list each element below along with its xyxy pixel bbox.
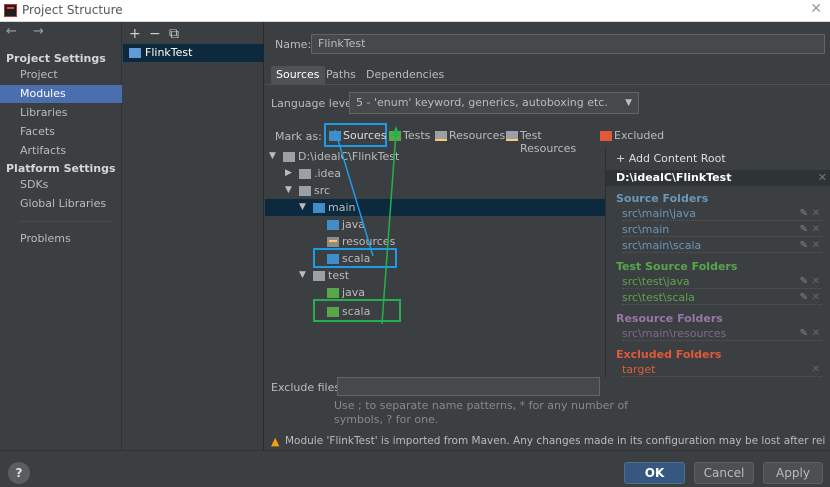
test-folder-path: src\test\scala xyxy=(622,291,695,304)
tab-dependencies[interactable]: Dependencies xyxy=(361,66,449,84)
intellij-app-icon xyxy=(4,4,17,17)
copy-module-icon[interactable]: ⧉ xyxy=(169,26,179,42)
close-icon[interactable]: ✕ xyxy=(810,1,822,17)
remove-icon[interactable]: ✕ xyxy=(812,206,820,221)
edit-icon[interactable]: ✎ xyxy=(800,290,808,305)
window-title: Project Structure xyxy=(22,3,123,17)
language-level-value: 5 - 'enum' keyword, generics, autoboxing… xyxy=(356,96,608,109)
sidebar-item-project[interactable]: Project xyxy=(0,66,122,84)
project-settings-heading: Project Settings xyxy=(6,52,106,65)
name-label: Name: xyxy=(275,38,312,51)
remove-root-icon[interactable]: ✕ xyxy=(818,170,827,186)
excluded-folder-row: target ✕ xyxy=(622,362,822,377)
test-folder-path: src\test\java xyxy=(622,275,690,288)
exclude-hint-line2: symbols, ? for one. xyxy=(334,413,439,426)
source-folder-row: src\main ✎ ✕ xyxy=(622,222,822,237)
edit-icon[interactable]: ✎ xyxy=(800,326,808,341)
source-folder-path: src\main\java xyxy=(622,207,697,220)
exclude-hint-line1: Use ; to separate name patterns, * for a… xyxy=(334,399,629,412)
excluded-folders-heading: Excluded Folders xyxy=(616,348,722,361)
edit-icon[interactable]: ✎ xyxy=(800,222,808,237)
resource-folders-heading: Resource Folders xyxy=(616,312,723,325)
remove-icon[interactable]: ✕ xyxy=(812,362,820,377)
green-arrow-line xyxy=(381,131,397,325)
warning-icon: ▲ xyxy=(271,435,280,448)
source-folders-heading: Source Folders xyxy=(616,192,709,205)
sidebar-item-artifacts[interactable]: Artifacts xyxy=(0,142,122,160)
content-roots-panel: + Add Content Root D:\idealC\FlinkTest ✕… xyxy=(605,146,830,378)
resource-folder-path: src\main\resources xyxy=(622,327,727,340)
source-folder-row: src\main\java ✎ ✕ xyxy=(622,206,822,221)
remove-icon[interactable]: ✕ xyxy=(812,290,820,305)
edit-icon[interactable]: ✎ xyxy=(800,238,808,253)
cancel-button[interactable]: Cancel xyxy=(694,462,754,484)
module-settings-panel: Name: FlinkTest Sources Paths Dependenci… xyxy=(265,22,830,450)
tab-underline xyxy=(265,84,830,85)
mark-as-excluded-label: Excluded xyxy=(614,129,665,142)
maven-warning-text: Module 'FlinkTest' is imported from Mave… xyxy=(285,435,825,447)
apply-button[interactable]: Apply xyxy=(763,462,823,484)
sidebar-item-problems[interactable]: Problems xyxy=(0,230,122,248)
content-root-header: D:\idealC\FlinkTest ✕ xyxy=(606,170,830,186)
sidebar-item-modules[interactable]: Modules xyxy=(0,85,122,103)
tab-sources[interactable]: Sources xyxy=(271,66,325,84)
language-level-label: Language level: xyxy=(271,97,359,110)
module-list-panel: + − ⧉ FlinkTest xyxy=(123,22,264,450)
remove-icon[interactable]: ✕ xyxy=(812,274,820,289)
resource-folder-row: src\main\resources ✎ ✕ xyxy=(622,326,822,341)
test-folder-row: src\test\scala ✎ ✕ xyxy=(622,290,822,305)
help-button[interactable]: ? xyxy=(8,462,30,484)
excluded-folder-path: target xyxy=(622,363,656,376)
ok-button[interactable]: OK xyxy=(624,462,685,484)
source-folder-path: src\main\scala xyxy=(622,239,702,252)
sidebar-item-global-libraries[interactable]: Global Libraries xyxy=(0,195,122,213)
annotation-arrows xyxy=(334,126,400,325)
edit-icon[interactable]: ✎ xyxy=(800,274,808,289)
test-source-folders-heading: Test Source Folders xyxy=(616,260,738,273)
add-content-root-button[interactable]: + Add Content Root xyxy=(616,152,726,165)
dialog-button-bar: ? OK Cancel Apply xyxy=(0,450,830,487)
nav-back-forward-icon[interactable]: ← → xyxy=(6,24,50,39)
exclude-files-input[interactable] xyxy=(337,377,600,396)
add-module-icon[interactable]: + xyxy=(129,26,141,42)
title-bar: Project Structure ✕ xyxy=(0,0,830,22)
remove-icon[interactable]: ✕ xyxy=(812,222,820,237)
test-folder-row: src\test\java ✎ ✕ xyxy=(622,274,822,289)
module-item-label: FlinkTest xyxy=(145,46,193,59)
chevron-down-icon: ▼ xyxy=(625,98,632,108)
blue-arrow-line xyxy=(334,129,374,257)
content-root-tree: ▼ D:\idealC\FlinkTest ▶ .idea ▼ src ▼ ma… xyxy=(265,126,605,378)
remove-module-icon[interactable]: − xyxy=(149,26,161,42)
source-folder-row: src\main\scala ✎ ✕ xyxy=(622,238,822,253)
settings-sidebar: ← → Project Settings Project Modules Lib… xyxy=(0,22,122,450)
tab-paths[interactable]: Paths xyxy=(321,66,361,84)
edit-icon[interactable]: ✎ xyxy=(800,206,808,221)
green-arrow-head xyxy=(392,126,400,136)
exclude-files-label: Exclude files: xyxy=(271,381,344,394)
sidebar-item-facets[interactable]: Facets xyxy=(0,123,122,141)
remove-icon[interactable]: ✕ xyxy=(812,326,820,341)
sidebar-item-sdks[interactable]: SDKs xyxy=(0,176,122,194)
platform-settings-heading: Platform Settings xyxy=(6,162,116,175)
sidebar-divider xyxy=(20,221,112,222)
language-level-select[interactable]: 5 - 'enum' keyword, generics, autoboxing… xyxy=(349,92,639,114)
module-item-flinktest[interactable]: FlinkTest xyxy=(123,44,264,62)
sidebar-item-libraries[interactable]: Libraries xyxy=(0,104,122,122)
content-root-path: D:\idealC\FlinkTest xyxy=(616,171,732,184)
source-folder-path: src\main xyxy=(622,223,670,236)
module-folder-icon xyxy=(129,48,141,58)
module-name-field[interactable]: FlinkTest xyxy=(311,34,825,54)
remove-icon[interactable]: ✕ xyxy=(812,238,820,253)
